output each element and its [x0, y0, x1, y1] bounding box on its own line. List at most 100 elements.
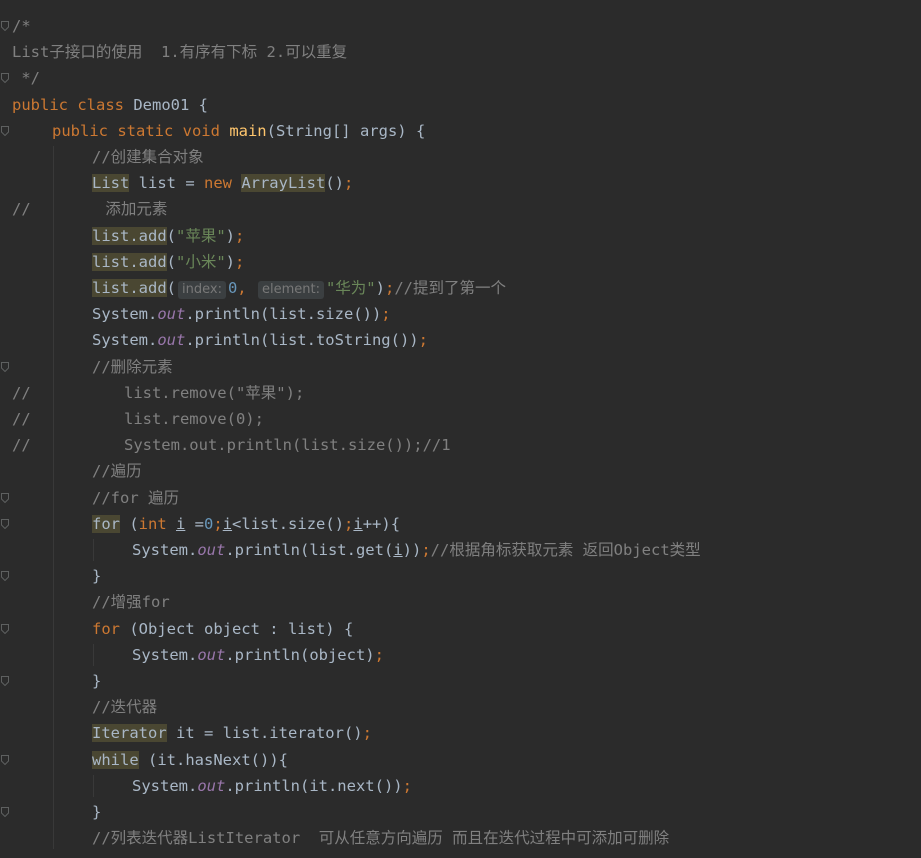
code-text: //增强for [92, 589, 170, 615]
code-token: System. [132, 645, 198, 664]
code-line[interactable]: /* [0, 13, 921, 39]
code-line[interactable]: Iterator it = list.iterator(); [0, 720, 921, 746]
code-line[interactable]: //删除元素 [0, 354, 921, 380]
code-line[interactable]: List子接口的使用 1.有序有下标 2.可以重复 [0, 39, 921, 65]
code-text: } [92, 563, 101, 589]
highlighted-token: list.add [92, 252, 167, 271]
code-line[interactable]: System.out.println(list.get(i));//根据角标获取… [0, 537, 921, 563]
parameter-hint: element: [257, 281, 324, 299]
code-line[interactable]: } [0, 668, 921, 694]
code-line[interactable]: for (int i =0;i<list.size();i++){ [0, 511, 921, 537]
fold-marker-icon[interactable] [1, 571, 9, 582]
code-text: } [92, 668, 101, 694]
code-token: .println(list.size()) [185, 305, 382, 324]
fold-marker-icon[interactable] [1, 361, 9, 372]
code-line[interactable]: for (Object object : list) { [0, 616, 921, 642]
code-line[interactable]: //增强for [0, 589, 921, 615]
fold-marker-icon[interactable] [1, 125, 9, 136]
code-line[interactable]: System.out.println(list.toString()); [0, 327, 921, 353]
fold-marker-icon[interactable] [1, 21, 9, 31]
code-token: System. [92, 331, 158, 350]
code-text: list.add("苹果"); [92, 223, 244, 249]
code-text: for (int i =0;i<list.size();i++){ [92, 511, 400, 537]
code-line[interactable]: System.out.println(list.size()); [0, 301, 921, 327]
code-line[interactable]: System.out.println(object); [0, 642, 921, 668]
code-line[interactable]: // 添加元素 [0, 196, 921, 222]
keyword-token: public static void [52, 121, 230, 140]
fold-marker-icon[interactable] [1, 518, 9, 529]
code-text: //遍历 [92, 458, 142, 484]
code-text: //创建集合对象 [92, 144, 204, 170]
code-token: .println(list.toString()) [185, 331, 419, 350]
code-line[interactable]: */ [0, 65, 921, 91]
code-line[interactable]: //列表迭代器ListIterator 可从任意方向遍历 而且在迭代过程中可添加… [0, 825, 921, 851]
code-line[interactable]: //for 遍历 [0, 485, 921, 511]
code-line[interactable]: list.add(index: 0, element: "华为");//提到了第一个 [0, 275, 921, 301]
fold-marker-icon[interactable] [1, 492, 9, 503]
code-line[interactable]: // System.out.println(list.size());//1 [0, 432, 921, 458]
fold-marker-icon[interactable] [1, 807, 9, 817]
fold-marker-icon[interactable] [1, 754, 9, 765]
comment-token: //根据角标获取元素 返回Object类型 [430, 541, 701, 559]
code-text: list.add(index: 0, element: "华为");//提到了第一个 [92, 275, 506, 301]
code-line[interactable]: list.add("苹果"); [0, 223, 921, 249]
comment-token: //for 遍历 [92, 488, 179, 507]
keyword-token: ; [235, 226, 245, 245]
code-line[interactable]: // list.remove(0); [0, 406, 921, 432]
code-text: // list.remove(0); [12, 406, 264, 432]
code-token: ( [166, 226, 176, 245]
variable-token: i [393, 541, 403, 559]
code-line[interactable]: List list = new ArrayList(); [0, 170, 921, 196]
comment-token: /* [12, 17, 31, 35]
code-token: .println(it.next()) [225, 776, 403, 795]
code-token: ( [120, 514, 139, 533]
comment-token: */ [12, 69, 40, 88]
code-text: /* [12, 13, 31, 39]
code-text: list.add("小米"); [92, 249, 244, 275]
code-text: System.out.println(list.size()); [92, 301, 391, 327]
code-line[interactable]: //迭代器 [0, 694, 921, 720]
number-token: 0 [204, 514, 214, 533]
keyword-token: ; [384, 279, 395, 297]
code-line[interactable]: } [0, 563, 921, 589]
keyword-token: , [237, 279, 256, 297]
code-token: it = list.iterator() [166, 724, 363, 743]
comment-token: // System.out.println(list.size());//1 [12, 436, 451, 455]
highlighted-token: for [92, 514, 120, 533]
code-line[interactable]: list.add("小米"); [0, 249, 921, 275]
string-token: "小米" [176, 252, 226, 271]
comment-token: //遍历 [92, 462, 142, 481]
comment-token: //删除元素 [92, 357, 173, 376]
keyword-token: for [92, 619, 130, 638]
number-token: 0 [227, 279, 238, 297]
code-text: List list = new ArrayList(); [92, 170, 353, 196]
code-token: (String[] args) { [266, 121, 426, 140]
code-editor[interactable]: /* List子接口的使用 1.有序有下标 2.可以重复 */ public cla… [0, 0, 921, 858]
highlighted-token: ArrayList [241, 174, 326, 193]
code-text: List子接口的使用 1.有序有下标 2.可以重复 [12, 39, 347, 65]
parameter-hint: index: [178, 281, 226, 299]
fold-marker-icon[interactable] [1, 676, 9, 686]
code-token: ++){ [362, 514, 401, 533]
code-token: (Object object : list) { [129, 619, 354, 638]
fold-marker-icon[interactable] [1, 623, 9, 634]
code-token: ( [166, 279, 176, 297]
keyword-token: ; [421, 541, 431, 559]
code-line[interactable]: //创建集合对象 [0, 144, 921, 170]
code-line[interactable]: System.out.println(it.next()); [0, 773, 921, 799]
code-line[interactable]: public static void main(String[] args) { [0, 118, 921, 144]
code-line[interactable]: public class Demo01 { [0, 92, 921, 118]
field-token: out [197, 645, 226, 664]
field-token: out [157, 331, 186, 350]
keyword-token: ; [235, 252, 245, 271]
variable-token: i [176, 514, 186, 533]
code-token: System. [132, 541, 198, 559]
code-token: } [92, 672, 102, 690]
code-line[interactable]: //遍历 [0, 458, 921, 484]
highlighted-token: List [92, 174, 130, 193]
code-line[interactable]: while (it.hasNext()){ [0, 747, 921, 773]
code-line[interactable]: } [0, 799, 921, 825]
code-line[interactable]: // list.remove("苹果"); [0, 380, 921, 406]
fold-marker-icon[interactable] [1, 73, 9, 84]
comment-token: //提到了第一个 [394, 279, 506, 297]
